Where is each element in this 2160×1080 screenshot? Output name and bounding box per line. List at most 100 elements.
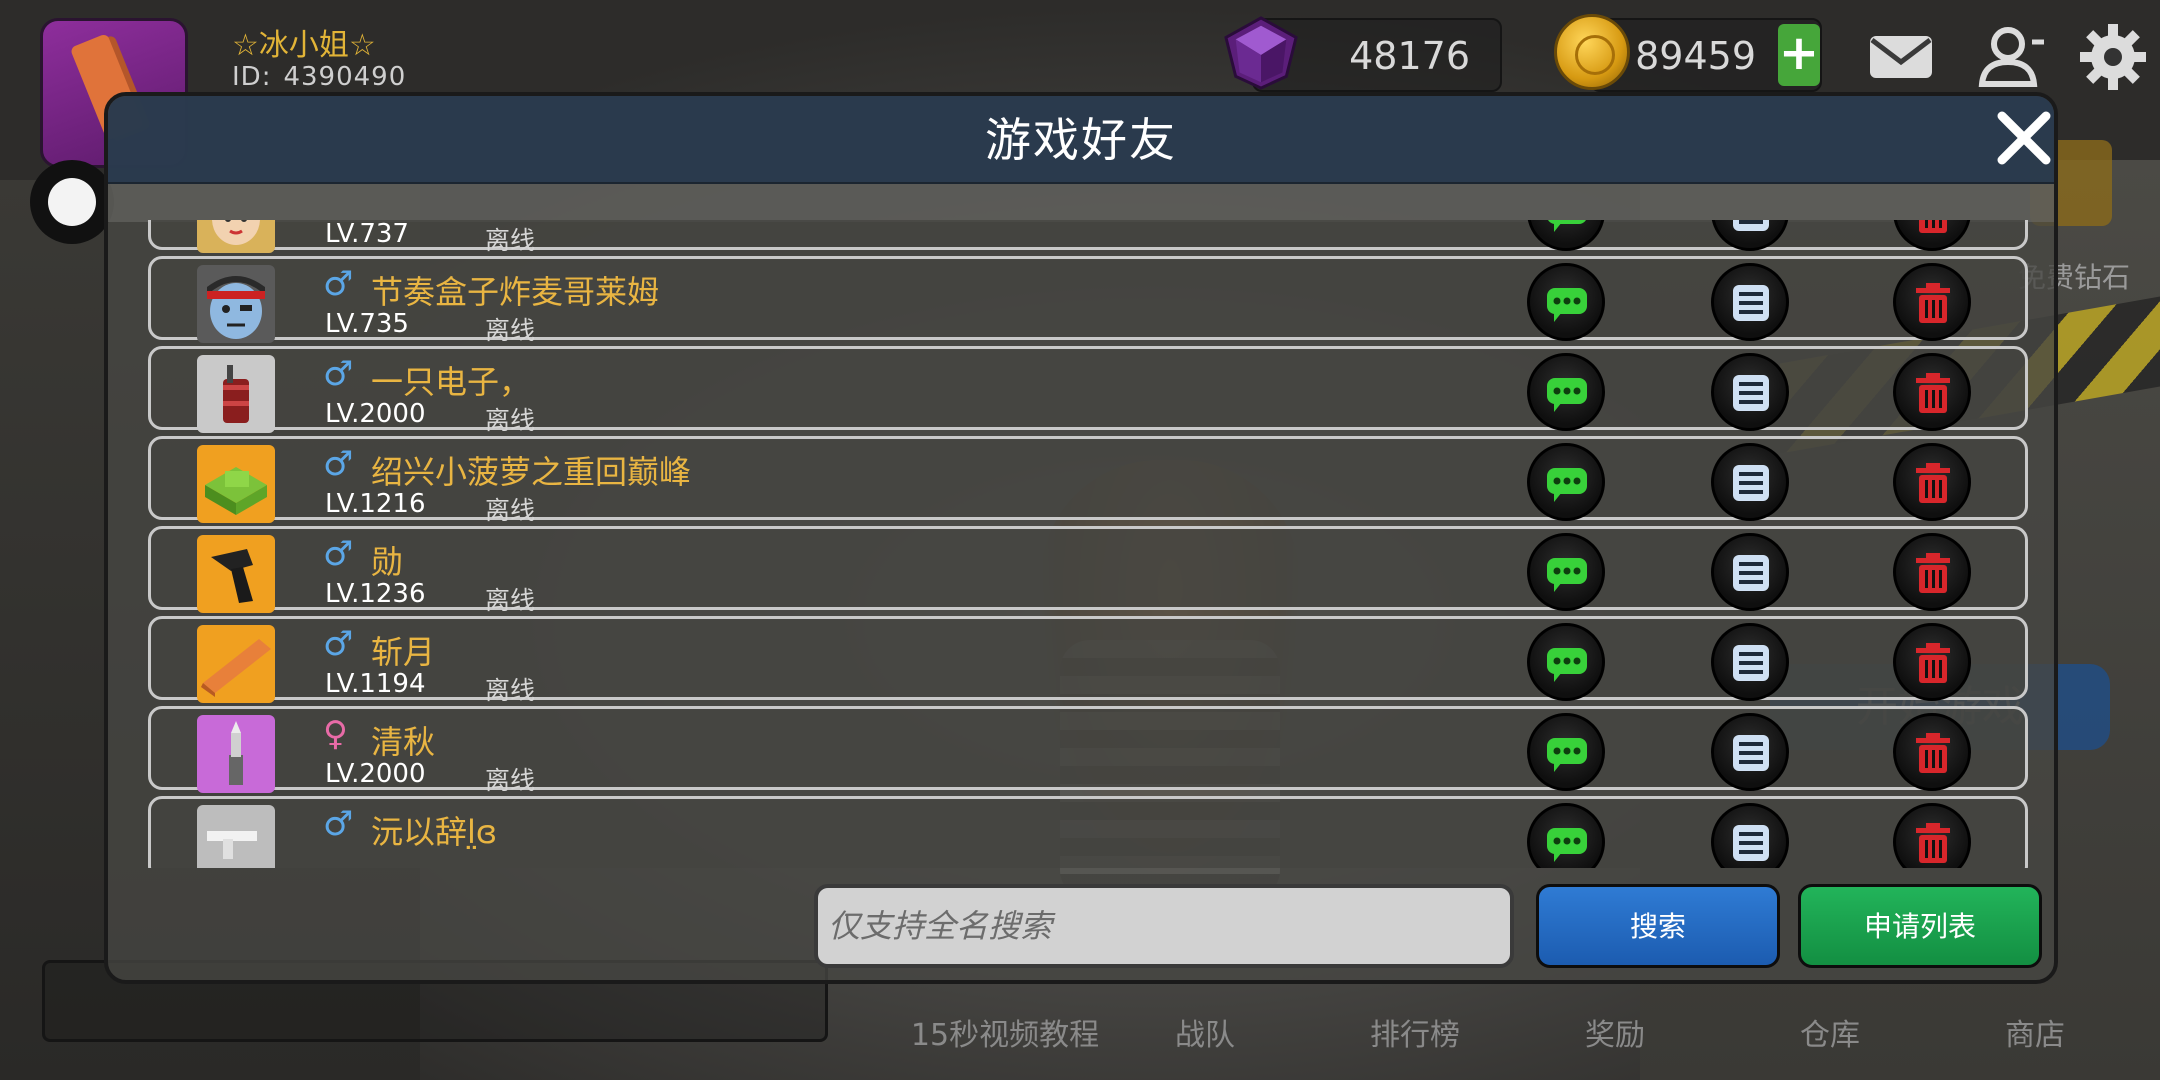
joystick-toggle[interactable] [30,160,114,244]
nav-team[interactable]: 战队 [1150,1010,1260,1053]
friend-status: 离线 [485,316,536,345]
delete-button[interactable] [1893,713,1971,791]
male-icon: ♂ [323,804,354,844]
nav-rewards[interactable]: 奖励 [1560,1010,1670,1053]
friend-status: 离线 [485,496,536,525]
dialog-subheader [108,184,2054,222]
friend-level: LV.1236 [325,579,426,609]
info-icon [1733,285,1769,321]
search-input[interactable]: 仅支持全名搜索 [814,884,1514,968]
apply-list-button[interactable]: 申请列表 [1798,884,2042,968]
close-icon[interactable] [1994,108,2054,168]
add-coin-button[interactable]: + [1778,24,1820,86]
male-icon: ♂ [323,624,354,664]
friend-row[interactable]: ♂ 绍兴小菠萝之重回巅峰 LV.1216 离线 [148,436,2028,525]
nav-shop[interactable]: 商店 [1980,1010,2090,1053]
chat-button[interactable] [1527,443,1605,521]
gear-icon[interactable] [2078,22,2148,92]
friend-name: 斩月 [371,633,436,671]
chat-button[interactable] [1527,803,1605,868]
delete-button[interactable] [1893,623,1971,701]
delete-button[interactable] [1893,803,1971,868]
friend-icon[interactable] [1976,22,2046,92]
player-name: ☆冰小姐☆ [232,28,376,63]
friend-name: 勋 [371,543,404,581]
friend-row[interactable]: ♂ 斩月 LV.1194 离线 [148,616,2028,705]
friend-list[interactable]: ♀藤蔓妹妹（维多利亚）LV.737离线♂节奏盒子炸麦哥莱姆LV.735离线♂一只… [144,220,2028,868]
delete-button[interactable] [1893,443,1971,521]
info-button[interactable] [1711,443,1789,521]
female-icon: ♀ [323,714,348,754]
game-screen: ☆冰小姐☆ ID: 4390490 48176 89459 + 免费钻石 15秒… [0,0,2160,1080]
friend-row[interactable]: ♀ 清秋 LV.2000 离线 [148,706,2028,795]
info-icon [1733,735,1769,771]
friend-row[interactable]: ♂ 节奏盒子炸麦哥莱姆 LV.735 离线 [148,256,2028,345]
friend-name: 清秋 [371,723,436,761]
nav-leaderboard[interactable]: 排行榜 [1350,1010,1480,1053]
delete-button[interactable] [1893,353,1971,431]
nav-warehouse[interactable]: 仓库 [1770,1010,1890,1053]
friend-avatar [197,220,275,253]
chat-button[interactable] [1527,623,1605,701]
info-button[interactable] [1711,533,1789,611]
friend-row[interactable]: ♂ 勋 LV.1236 离线 [148,526,2028,615]
delete-button[interactable] [1893,220,1971,251]
info-button[interactable] [1711,713,1789,791]
friend-status: 离线 [485,586,536,615]
gem-count: 48176 [1349,34,1470,78]
delete-button[interactable] [1893,533,1971,611]
delete-icon [1916,283,1950,323]
info-button[interactable] [1711,803,1789,868]
delete-button[interactable] [1893,263,1971,341]
friend-status: 离线 [485,676,536,705]
male-icon: ♂ [323,534,354,574]
coin-count: 89459 [1635,34,1756,78]
player-id: ID: 4390490 [232,62,418,92]
friend-level: LV.737 [325,220,409,249]
delete-icon [1916,733,1950,773]
friend-level: LV.735 [325,309,409,339]
chat-icon [1547,558,1587,592]
player-id-label: ID: [232,62,272,92]
chat-icon [1547,828,1587,862]
chat-button[interactable] [1527,533,1605,611]
info-button[interactable] [1711,220,1789,251]
search-button[interactable]: 搜索 [1536,884,1780,968]
nav-video-tutorial[interactable]: 15秒视频教程 [900,1010,1110,1053]
friend-avatar [197,715,275,793]
friend-status: 离线 [485,226,536,255]
delete-icon [1919,220,1947,233]
friend-avatar [197,355,275,433]
friend-row[interactable]: ♀藤蔓妹妹（维多利亚）LV.737离线 [148,220,2028,255]
friend-row[interactable]: ♂ 沅以辞l̤ɞ [148,796,2028,868]
delete-icon [1916,553,1950,593]
chat-icon [1548,220,1586,232]
delete-icon [1916,373,1950,413]
info-button[interactable] [1711,353,1789,431]
info-icon [1733,555,1769,591]
info-button[interactable] [1711,263,1789,341]
friend-name: 绍兴小菠萝之重回巅峰 [371,453,692,491]
friend-avatar [197,805,275,868]
info-icon [1733,645,1769,681]
male-icon: ♂ [323,444,354,484]
info-icon [1733,375,1769,411]
mail-icon[interactable] [1866,22,1936,92]
info-icon [1733,465,1769,501]
dialog-title: 游戏好友 [985,113,1177,167]
delete-icon [1916,463,1950,503]
friend-name: 沅以辞l̤ɞ [371,813,498,851]
friend-row[interactable]: ♂ 一只电子， LV.2000 离线 [148,346,2028,435]
info-button[interactable] [1711,623,1789,701]
friend-level: LV.2000 [325,759,426,789]
friend-avatar [197,445,275,523]
friend-status: 离线 [485,766,536,795]
chat-icon [1547,738,1587,772]
chat-button[interactable] [1527,220,1605,251]
chat-button[interactable] [1527,353,1605,431]
delete-icon [1916,823,1950,863]
friends-dialog: 游戏好友 ♀藤蔓妹妹（维多利亚）LV.737离线♂节奏盒子炸麦哥莱姆LV.735… [104,92,2058,984]
friend-name: 一只电子， [371,363,532,401]
chat-button[interactable] [1527,713,1605,791]
chat-button[interactable] [1527,263,1605,341]
